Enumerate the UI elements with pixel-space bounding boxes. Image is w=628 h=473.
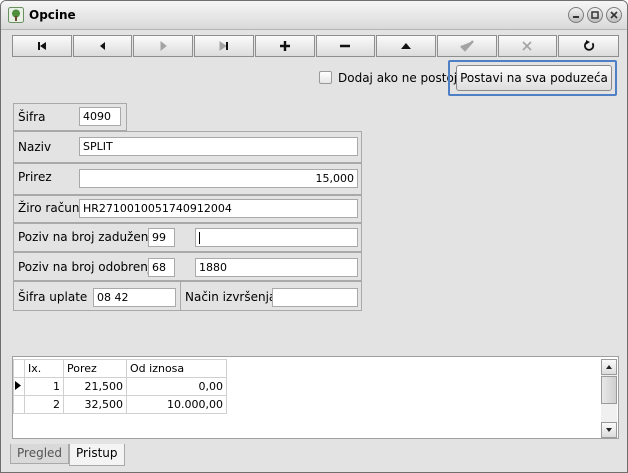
- table-header-row: Ix. Porez Od iznosa: [13, 359, 227, 378]
- poziv-zaduzenja-model-input[interactable]: 99: [148, 228, 175, 247]
- sifra-uplate-cell: Šifra uplate 08 42: [13, 281, 181, 311]
- row-indicator-header: [13, 359, 25, 378]
- prev-record-button[interactable]: [72, 35, 133, 57]
- navigation-toolbar: [12, 35, 620, 57]
- x-icon: [522, 41, 533, 51]
- nacin-izvrsenja-cell: Način izvršenja: [180, 281, 362, 311]
- row-indicator: [13, 377, 25, 396]
- scroll-up-icon: [606, 365, 612, 369]
- minimize-button[interactable]: [568, 7, 584, 23]
- table-cell[interactable]: 2: [24, 395, 64, 414]
- scroll-down-button[interactable]: [601, 422, 617, 438]
- poziv-odobrenja-number-input[interactable]: 1880: [195, 258, 358, 277]
- edit-record-button[interactable]: [376, 35, 436, 57]
- prirez-input[interactable]: 15,000: [79, 169, 358, 188]
- next-icon: [160, 40, 168, 52]
- scroll-up-button[interactable]: [601, 359, 617, 375]
- ziro-racun-cell: Žiro račun HR2710010051740912004: [13, 195, 362, 223]
- opcine-window: Opcine Dodaj ako ne postoji Postavi na s…: [0, 0, 628, 473]
- tab-pristup[interactable]: Pristup: [69, 444, 125, 466]
- nacin-izvrsenja-input[interactable]: [272, 288, 358, 307]
- poziv-odobrenja-label: Poziv na broj odobrenja: [18, 260, 159, 274]
- porez-table: Ix. Porez Od iznosa 1 21,500 0,00 2 32,5…: [13, 359, 227, 414]
- minimize-icon: [573, 16, 579, 18]
- column-header[interactable]: Ix.: [24, 359, 64, 378]
- poziv-zaduzenja-cell: Poziv na broj zaduženja 99: [13, 223, 362, 252]
- poziv-zaduzenja-label: Poziv na broj zaduženja: [18, 230, 160, 244]
- minus-icon: [340, 44, 351, 48]
- maximize-button[interactable]: [587, 7, 603, 23]
- window-title: Opcine: [29, 8, 76, 22]
- add-if-missing-label: Dodaj ako ne postoji: [338, 71, 461, 85]
- row-indicator: [13, 395, 25, 414]
- column-header[interactable]: Porez: [63, 359, 127, 378]
- table-cell[interactable]: 21,500: [63, 377, 127, 396]
- sifra-label: Šifra: [18, 110, 46, 124]
- bottom-tabs: Pregled Pristup: [10, 444, 125, 466]
- nacin-izvrsenja-label: Način izvršenja: [185, 290, 277, 304]
- add-if-missing-checkbox[interactable]: [319, 71, 332, 84]
- sifra-uplate-input[interactable]: 08 42: [93, 288, 176, 307]
- table-row[interactable]: 1 21,500 0,00: [13, 377, 227, 396]
- sifra-uplate-label: Šifra uplate: [18, 290, 88, 304]
- naziv-cell: Naziv SPLIT: [13, 131, 362, 163]
- vertical-scrollbar[interactable]: [601, 359, 617, 438]
- poziv-zaduzenja-number-input[interactable]: [195, 228, 358, 247]
- sifra-input[interactable]: 4090: [79, 107, 121, 126]
- table-cell[interactable]: 0,00: [126, 377, 227, 396]
- prirez-cell: Prirez 15,000: [13, 163, 362, 195]
- poziv-odobrenja-cell: Poziv na broj odobrenja 68 1880: [13, 252, 362, 281]
- current-row-arrow-icon: [15, 381, 21, 390]
- table-cell[interactable]: 10.000,00: [126, 395, 227, 414]
- porez-grid[interactable]: Ix. Porez Od iznosa 1 21,500 0,00 2 32,5…: [12, 356, 619, 439]
- ziro-racun-input[interactable]: HR2710010051740912004: [79, 199, 358, 218]
- tab-pregled[interactable]: Pregled: [10, 444, 70, 464]
- next-record-button[interactable]: [133, 35, 194, 57]
- scroll-down-icon: [606, 428, 612, 432]
- check-icon: [459, 40, 474, 52]
- prirez-label: Prirez: [18, 170, 52, 184]
- cancel-button[interactable]: [497, 35, 558, 57]
- prev-icon: [99, 42, 105, 50]
- first-icon: [37, 42, 46, 50]
- plus-icon: [279, 41, 290, 51]
- last-icon: [219, 41, 228, 51]
- refresh-icon: [583, 40, 594, 51]
- naziv-input[interactable]: SPLIT: [79, 137, 358, 156]
- table-row[interactable]: 2 32,500 10.000,00: [13, 395, 227, 414]
- options-bar: Dodaj ako ne postoji Postavi na sva podu…: [12, 59, 619, 99]
- apply-to-all-companies-button[interactable]: Postavi na sva poduzeća: [456, 65, 612, 91]
- add-record-button[interactable]: [254, 35, 315, 57]
- title-bar[interactable]: Opcine: [1, 1, 627, 30]
- table-cell[interactable]: 32,500: [63, 395, 127, 414]
- table-cell[interactable]: 1: [24, 377, 64, 396]
- refresh-button[interactable]: [558, 35, 620, 57]
- delete-record-button[interactable]: [315, 35, 376, 57]
- triangle-up-icon: [401, 43, 412, 49]
- close-button[interactable]: [606, 7, 622, 23]
- scrollbar-thumb[interactable]: [601, 376, 617, 404]
- poziv-odobrenja-model-input[interactable]: 68: [148, 258, 175, 277]
- close-icon: [610, 11, 618, 19]
- sifra-cell: Šifra 4090: [13, 103, 127, 131]
- first-record-button[interactable]: [12, 35, 72, 57]
- ziro-racun-label: Žiro račun: [18, 201, 80, 215]
- last-record-button[interactable]: [194, 35, 254, 57]
- app-tree-icon: [8, 7, 24, 23]
- naziv-label: Naziv: [18, 140, 52, 154]
- confirm-button[interactable]: [436, 35, 497, 57]
- column-header[interactable]: Od iznosa: [126, 359, 227, 378]
- text-caret: [199, 232, 200, 244]
- maximize-icon: [591, 11, 599, 19]
